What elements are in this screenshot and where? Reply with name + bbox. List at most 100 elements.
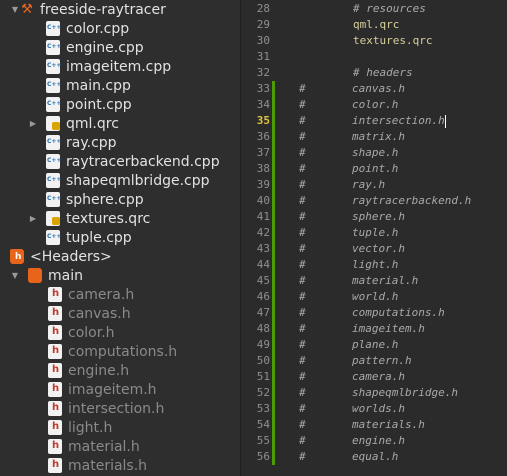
code-line: # shape.h — [299, 146, 399, 159]
change-marker — [272, 145, 275, 161]
cpp-file-icon — [46, 135, 61, 150]
code-line: # canvas.h — [299, 82, 405, 95]
headers-folder[interactable]: <Headers> — [0, 247, 240, 266]
tree-header-item[interactable]: intersection.h — [0, 399, 240, 418]
line-number: 31 — [256, 50, 270, 63]
expand-arrow-icon[interactable]: ▼ — [10, 5, 20, 14]
expand-arrow-icon[interactable]: ▶ — [28, 214, 38, 223]
line-number: 44 — [256, 258, 270, 271]
folder-icon — [28, 268, 42, 283]
change-marker — [272, 449, 275, 465]
tree-header-item[interactable]: camera.h — [0, 285, 240, 304]
code-line: # color.h — [299, 98, 399, 111]
tree-file-label: color.h — [68, 324, 115, 341]
project-root[interactable]: ▼ ⚒ freeside-raytracer — [0, 0, 240, 19]
tree-file-item[interactable]: main.cpp — [0, 76, 240, 95]
tree-file-item[interactable]: ▶ qml.qrc — [0, 114, 240, 133]
tree-file-label: sphere.cpp — [66, 191, 144, 208]
change-marker — [272, 273, 275, 289]
expand-arrow-icon[interactable]: ▶ — [28, 119, 38, 128]
change-marker — [272, 417, 275, 433]
code-line: # world.h — [299, 290, 399, 303]
tree-header-item[interactable]: canvas.h — [0, 304, 240, 323]
change-marker — [272, 369, 275, 385]
tree-file-item[interactable]: sphere.cpp — [0, 190, 240, 209]
tree-file-label: ray.cpp — [66, 134, 117, 151]
cpp-file-icon — [46, 40, 61, 55]
line-number: 46 — [256, 290, 270, 303]
line-number: 36 — [256, 130, 270, 143]
expand-arrow-icon[interactable]: ▼ — [10, 271, 20, 280]
tree-file-item[interactable]: raytracerbackend.cpp — [0, 152, 240, 171]
line-number: 55 — [256, 434, 270, 447]
change-marker — [272, 433, 275, 449]
line-number: 39 — [256, 178, 270, 191]
tree-file-label: imageitem.cpp — [66, 58, 172, 75]
line-number: 29 — [256, 18, 270, 31]
tree-file-label: engine.cpp — [66, 39, 144, 56]
tree-file-item[interactable]: imageitem.cpp — [0, 57, 240, 76]
code-line: # pattern.h — [299, 354, 412, 367]
header-file-icon — [48, 401, 62, 416]
tree-header-item[interactable]: material.h — [0, 437, 240, 456]
change-marker — [272, 289, 275, 305]
change-marker — [272, 161, 275, 177]
tree-file-label: intersection.h — [68, 400, 165, 417]
tree-header-item[interactable]: imageitem.h — [0, 380, 240, 399]
tree-file-label: engine.h — [68, 362, 130, 379]
header-file-icon — [48, 382, 62, 397]
line-number: 54 — [256, 418, 270, 431]
cpp-file-icon — [46, 154, 61, 169]
tree-header-item[interactable]: computations.h — [0, 342, 240, 361]
line-number: 34 — [256, 98, 270, 111]
tree-file-item[interactable]: tuple.cpp — [0, 228, 240, 247]
line-number: 33 — [256, 82, 270, 95]
change-marker — [272, 129, 275, 145]
change-marker — [272, 81, 275, 97]
tree-file-label: computations.h — [68, 343, 178, 360]
headers-label: <Headers> — [30, 248, 112, 265]
code-line: textures.qrc — [353, 34, 433, 47]
tree-file-item[interactable]: color.cpp — [0, 19, 240, 38]
tree-file-item[interactable]: ray.cpp — [0, 133, 240, 152]
tree-file-label: materials.h — [68, 457, 148, 474]
line-number: 45 — [256, 274, 270, 287]
change-marker — [272, 97, 275, 113]
code-editor[interactable]: # resources qml.qrc textures.qrc # headers #… — [293, 0, 507, 476]
change-marker — [272, 193, 275, 209]
headers-folder-icon — [10, 249, 24, 264]
code-line: # light.h — [299, 258, 399, 271]
line-number-gutter: 28 29 30 31 32 33 34 35 36 37 38 39 40 41 42 43 44 45 46 47… — [240, 0, 293, 476]
main-folder-label: main — [48, 267, 83, 284]
line-number: 47 — [256, 306, 270, 319]
tree-file-item[interactable]: ▶ textures.qrc — [0, 209, 240, 228]
tree-file-label: raytracerbackend.cpp — [66, 153, 220, 170]
tree-file-item[interactable]: shapeqmlbridge.cpp — [0, 171, 240, 190]
cpp-file-icon — [46, 78, 61, 93]
cpp-file-icon — [46, 192, 61, 207]
tree-file-item[interactable]: point.cpp — [0, 95, 240, 114]
change-marker — [272, 257, 275, 273]
line-number: 56 — [256, 450, 270, 463]
tree-header-item[interactable]: light.h — [0, 418, 240, 437]
tree-file-label: qml.qrc — [66, 115, 119, 132]
main-folder[interactable]: ▼ main — [0, 266, 240, 285]
code-line: # sphere.h — [299, 210, 405, 223]
change-marker — [272, 177, 275, 193]
tree-header-item[interactable]: engine.h — [0, 361, 240, 380]
change-marker — [272, 241, 275, 257]
tree-file-item[interactable]: engine.cpp — [0, 38, 240, 57]
tree-file-label: main.cpp — [66, 77, 131, 94]
tree-file-label: point.cpp — [66, 96, 132, 113]
cpp-file-icon — [46, 230, 61, 245]
tree-file-label: canvas.h — [68, 305, 131, 322]
code-line: # vector.h — [299, 242, 405, 255]
line-number: 41 — [256, 210, 270, 223]
tree-header-item[interactable]: materials.h — [0, 456, 240, 475]
header-file-icon — [48, 287, 62, 302]
cpp-file-icon — [46, 21, 61, 36]
code-line: # point.h — [299, 162, 399, 175]
tree-header-item[interactable]: color.h — [0, 323, 240, 342]
line-number: 42 — [256, 226, 270, 239]
tree-file-label: tuple.cpp — [66, 229, 132, 246]
